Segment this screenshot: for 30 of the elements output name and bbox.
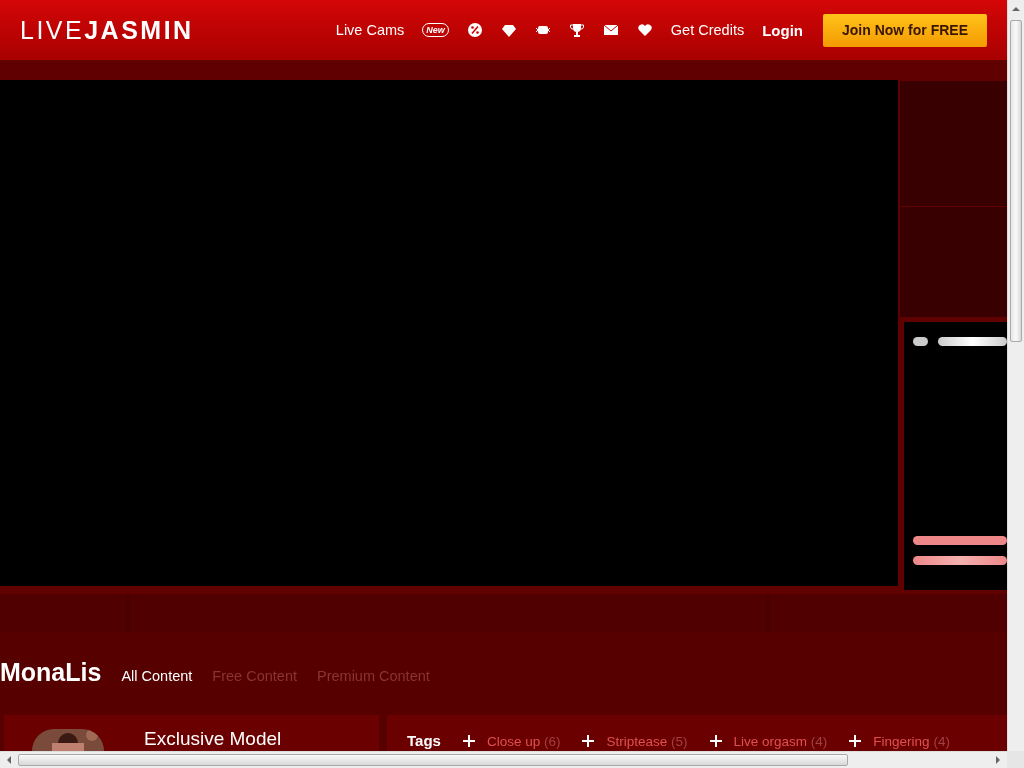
login-link[interactable]: Login: [762, 21, 803, 39]
scroll-right-icon[interactable]: [994, 756, 1002, 764]
tag-link[interactable]: Close up (6): [486, 734, 561, 749]
model-name: MonaLis: [0, 658, 102, 687]
trophy-icon[interactable]: [568, 22, 585, 38]
tag-link[interactable]: Fingering (4): [873, 734, 950, 749]
scroll-up-icon[interactable]: [1012, 5, 1020, 13]
site-logo[interactable]: LIVEJASMIN: [20, 15, 194, 45]
diamond-icon[interactable]: [500, 22, 517, 38]
horizontal-scrollbar[interactable]: [0, 751, 1007, 768]
join-button[interactable]: Join Now for FREE: [823, 13, 987, 47]
vertical-scrollbar[interactable]: [1007, 0, 1024, 751]
tags-label: Tags: [407, 732, 441, 749]
add-icon[interactable]: [462, 735, 475, 747]
content-tab[interactable]: All Content: [121, 668, 193, 684]
loading-bar: [938, 337, 1007, 346]
scroll-left-icon[interactable]: [5, 756, 13, 764]
nav-link[interactable]: Live Cams: [335, 22, 405, 38]
add-icon[interactable]: [849, 735, 862, 747]
tag-link[interactable]: Live orgasm (4): [733, 734, 828, 749]
percent-badge-icon[interactable]: [466, 22, 483, 38]
add-icon[interactable]: [582, 735, 595, 747]
heart-icon[interactable]: [636, 22, 653, 38]
scrollbar-corner: [1007, 751, 1024, 768]
credits-link[interactable]: Get Credits: [670, 22, 745, 38]
model-status-text: Exclusive Model: [144, 728, 282, 751]
tag-link[interactable]: Striptease (5): [606, 734, 688, 749]
loading-bar: [913, 337, 928, 346]
mail-icon[interactable]: [602, 22, 619, 38]
add-icon[interactable]: [709, 735, 722, 747]
